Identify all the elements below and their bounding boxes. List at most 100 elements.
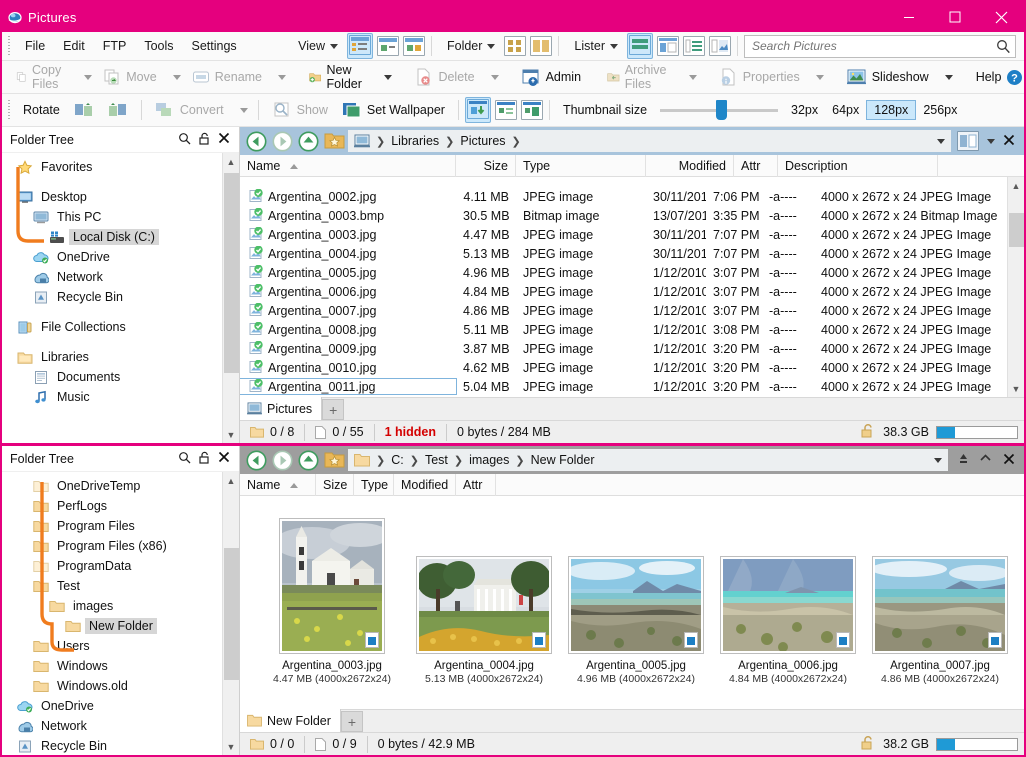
table-row[interactable]: Argentina_0005.jpg4.96 MBJPEG image1/12/…	[240, 263, 1024, 282]
table-row[interactable]: Argentina_0006.jpg4.84 MBJPEG image1/12/…	[240, 282, 1024, 301]
delete-button[interactable]: Delete	[408, 64, 481, 91]
column-modified[interactable]: Modified	[646, 155, 734, 177]
lister-horizontal-button[interactable]	[627, 33, 653, 59]
table-row[interactable]: Argentina_0007.jpg4.86 MBJPEG image1/12/…	[240, 301, 1024, 320]
table-row[interactable]: Argentina_0004.jpg5.13 MBJPEG image30/11…	[240, 244, 1024, 263]
thumbnail-item[interactable]: Argentina_0003.jpg4.47 MB (4000x2672x24)	[256, 512, 408, 685]
archive-files-caret[interactable]	[680, 68, 701, 86]
thumbnail-item[interactable]: Argentina_0004.jpg5.13 MB (4000x2672x24)	[408, 512, 560, 685]
thumbnail-item[interactable]: Argentina_0006.jpg4.84 MB (4000x2672x24)	[712, 512, 864, 685]
breadcrumb-images[interactable]: images	[469, 453, 509, 467]
up-button[interactable]	[296, 129, 320, 153]
archive-files-button[interactable]: Archive Files	[600, 64, 680, 91]
search-input[interactable]	[752, 39, 996, 53]
back-button[interactable]	[244, 448, 268, 472]
slideshow-button[interactable]: Slideshow	[840, 64, 936, 91]
folder-grid-button[interactable]	[504, 36, 526, 56]
scroll-down-icon[interactable]: ▼	[223, 426, 239, 443]
copy-files-button[interactable]: Copy Files	[9, 64, 75, 91]
new-folder-button[interactable]: New Folder	[302, 64, 375, 91]
view-menu[interactable]: View	[289, 36, 347, 56]
table-row[interactable]: Argentina_0003.jpg4.47 MBJPEG image30/11…	[240, 225, 1024, 244]
tree-close-icon[interactable]	[214, 132, 234, 147]
view-mode-thumbnail-button[interactable]	[403, 36, 425, 56]
toolbar-grip[interactable]	[6, 100, 13, 120]
tree-unpin-icon[interactable]	[194, 132, 214, 148]
folder-dual-button[interactable]	[530, 36, 552, 56]
up-button[interactable]	[296, 448, 320, 472]
bottom-thumbnail-view[interactable]: Argentina_0003.jpg4.47 MB (4000x2672x24)…	[240, 496, 1024, 709]
new-tab-button[interactable]: +	[322, 399, 344, 420]
scrollbar-thumb[interactable]	[224, 173, 239, 373]
menu-tools[interactable]: Tools	[135, 36, 182, 56]
thumb-layout-1-button[interactable]	[465, 97, 491, 123]
status-lock-icon[interactable]	[860, 736, 876, 753]
column-type[interactable]: Type	[354, 474, 394, 496]
convert-button[interactable]: Convert	[148, 97, 231, 124]
forward-button[interactable]	[270, 129, 294, 153]
column-attr[interactable]: Attr	[734, 155, 778, 177]
column-modified[interactable]: Modified	[394, 474, 456, 496]
breadcrumb-dropdown-icon[interactable]	[937, 139, 945, 144]
column-size[interactable]: Size	[316, 474, 354, 496]
pane-split-button[interactable]	[954, 452, 973, 468]
tree-top-scrollbar[interactable]: ▲ ▼	[222, 153, 239, 443]
column-size[interactable]: Size	[456, 155, 516, 177]
bottom-breadcrumb[interactable]: ❯ C: ❯ Test ❯ images ❯ New Folder	[348, 449, 948, 471]
slideshow-caret[interactable]	[936, 68, 957, 86]
pane-close-button[interactable]	[998, 453, 1020, 468]
pane-split-caret[interactable]	[982, 134, 995, 148]
size-64-button[interactable]: 64px	[825, 101, 866, 119]
table-row[interactable]: Argentina_0002.jpg4.11 MBJPEG image30/11…	[240, 187, 1024, 206]
scrollbar-thumb[interactable]	[224, 548, 239, 680]
tree-close-icon[interactable]	[214, 451, 234, 466]
rename-button[interactable]: Rename	[185, 64, 269, 91]
tree-unpin-icon[interactable]	[194, 451, 214, 467]
lister-tree-button[interactable]	[683, 36, 705, 56]
slider-knob[interactable]	[716, 100, 727, 120]
move-button[interactable]: Move	[96, 64, 164, 91]
favorites-button[interactable]	[322, 448, 346, 472]
toolbar-grip[interactable]	[6, 36, 13, 56]
tab-new-folder[interactable]: New Folder	[240, 709, 341, 732]
folder-tree-bottom-body[interactable]: OneDriveTempPerfLogsProgram FilesProgram…	[2, 472, 239, 755]
menu-edit[interactable]: Edit	[54, 36, 94, 56]
scroll-up-icon[interactable]: ▲	[223, 472, 239, 489]
breadcrumb-pictures[interactable]: Pictures	[460, 134, 505, 148]
top-list-scrollbar[interactable]: ▲ ▼	[1007, 177, 1024, 397]
new-tab-button[interactable]: +	[341, 711, 363, 732]
menu-ftp[interactable]: FTP	[94, 36, 136, 56]
pane-split-button[interactable]	[957, 131, 979, 151]
scrollbar-thumb[interactable]	[1009, 213, 1024, 247]
forward-button[interactable]	[270, 448, 294, 472]
scroll-down-icon[interactable]: ▼	[1008, 380, 1024, 397]
lister-menu[interactable]: Lister	[565, 36, 627, 56]
breadcrumb-dropdown-icon[interactable]	[934, 458, 942, 463]
table-row[interactable]: Argentina_0011.jpg5.04 MBJPEG image1/12/…	[240, 377, 1024, 396]
folder-menu[interactable]: Folder	[438, 36, 504, 56]
column-name[interactable]: Name	[240, 155, 456, 177]
menu-file[interactable]: File	[16, 36, 54, 56]
lister-vertical-button[interactable]	[657, 36, 679, 56]
new-folder-caret[interactable]	[375, 68, 396, 86]
show-button[interactable]: Show	[265, 97, 335, 124]
thumb-layout-2-button[interactable]	[495, 100, 517, 120]
breadcrumb-c[interactable]: C:	[391, 453, 404, 467]
close-button[interactable]	[978, 2, 1024, 32]
set-wallpaper-button[interactable]: Set Wallpaper	[335, 97, 452, 124]
search-box[interactable]	[744, 35, 1016, 58]
move-caret[interactable]	[164, 68, 185, 86]
scroll-up-icon[interactable]: ▲	[223, 153, 239, 170]
size-256-button[interactable]: 256px	[916, 101, 964, 119]
scroll-up-icon[interactable]: ▲	[1008, 177, 1024, 194]
minimize-button[interactable]	[886, 2, 932, 32]
status-lock-icon[interactable]	[860, 424, 876, 441]
table-row[interactable]: Argentina_0003.bmp30.5 MBBitmap image13/…	[240, 206, 1024, 225]
breadcrumb-new-folder[interactable]: New Folder	[531, 453, 595, 467]
pane-close-button[interactable]	[998, 134, 1020, 149]
thumb-layout-3-button[interactable]	[521, 100, 543, 120]
scroll-down-icon[interactable]: ▼	[223, 738, 239, 755]
thumbnail-item[interactable]: Argentina_0005.jpg4.96 MB (4000x2672x24)	[560, 512, 712, 685]
pane-maximize-button[interactable]	[976, 452, 995, 468]
rotate-left-button[interactable]	[67, 97, 101, 124]
